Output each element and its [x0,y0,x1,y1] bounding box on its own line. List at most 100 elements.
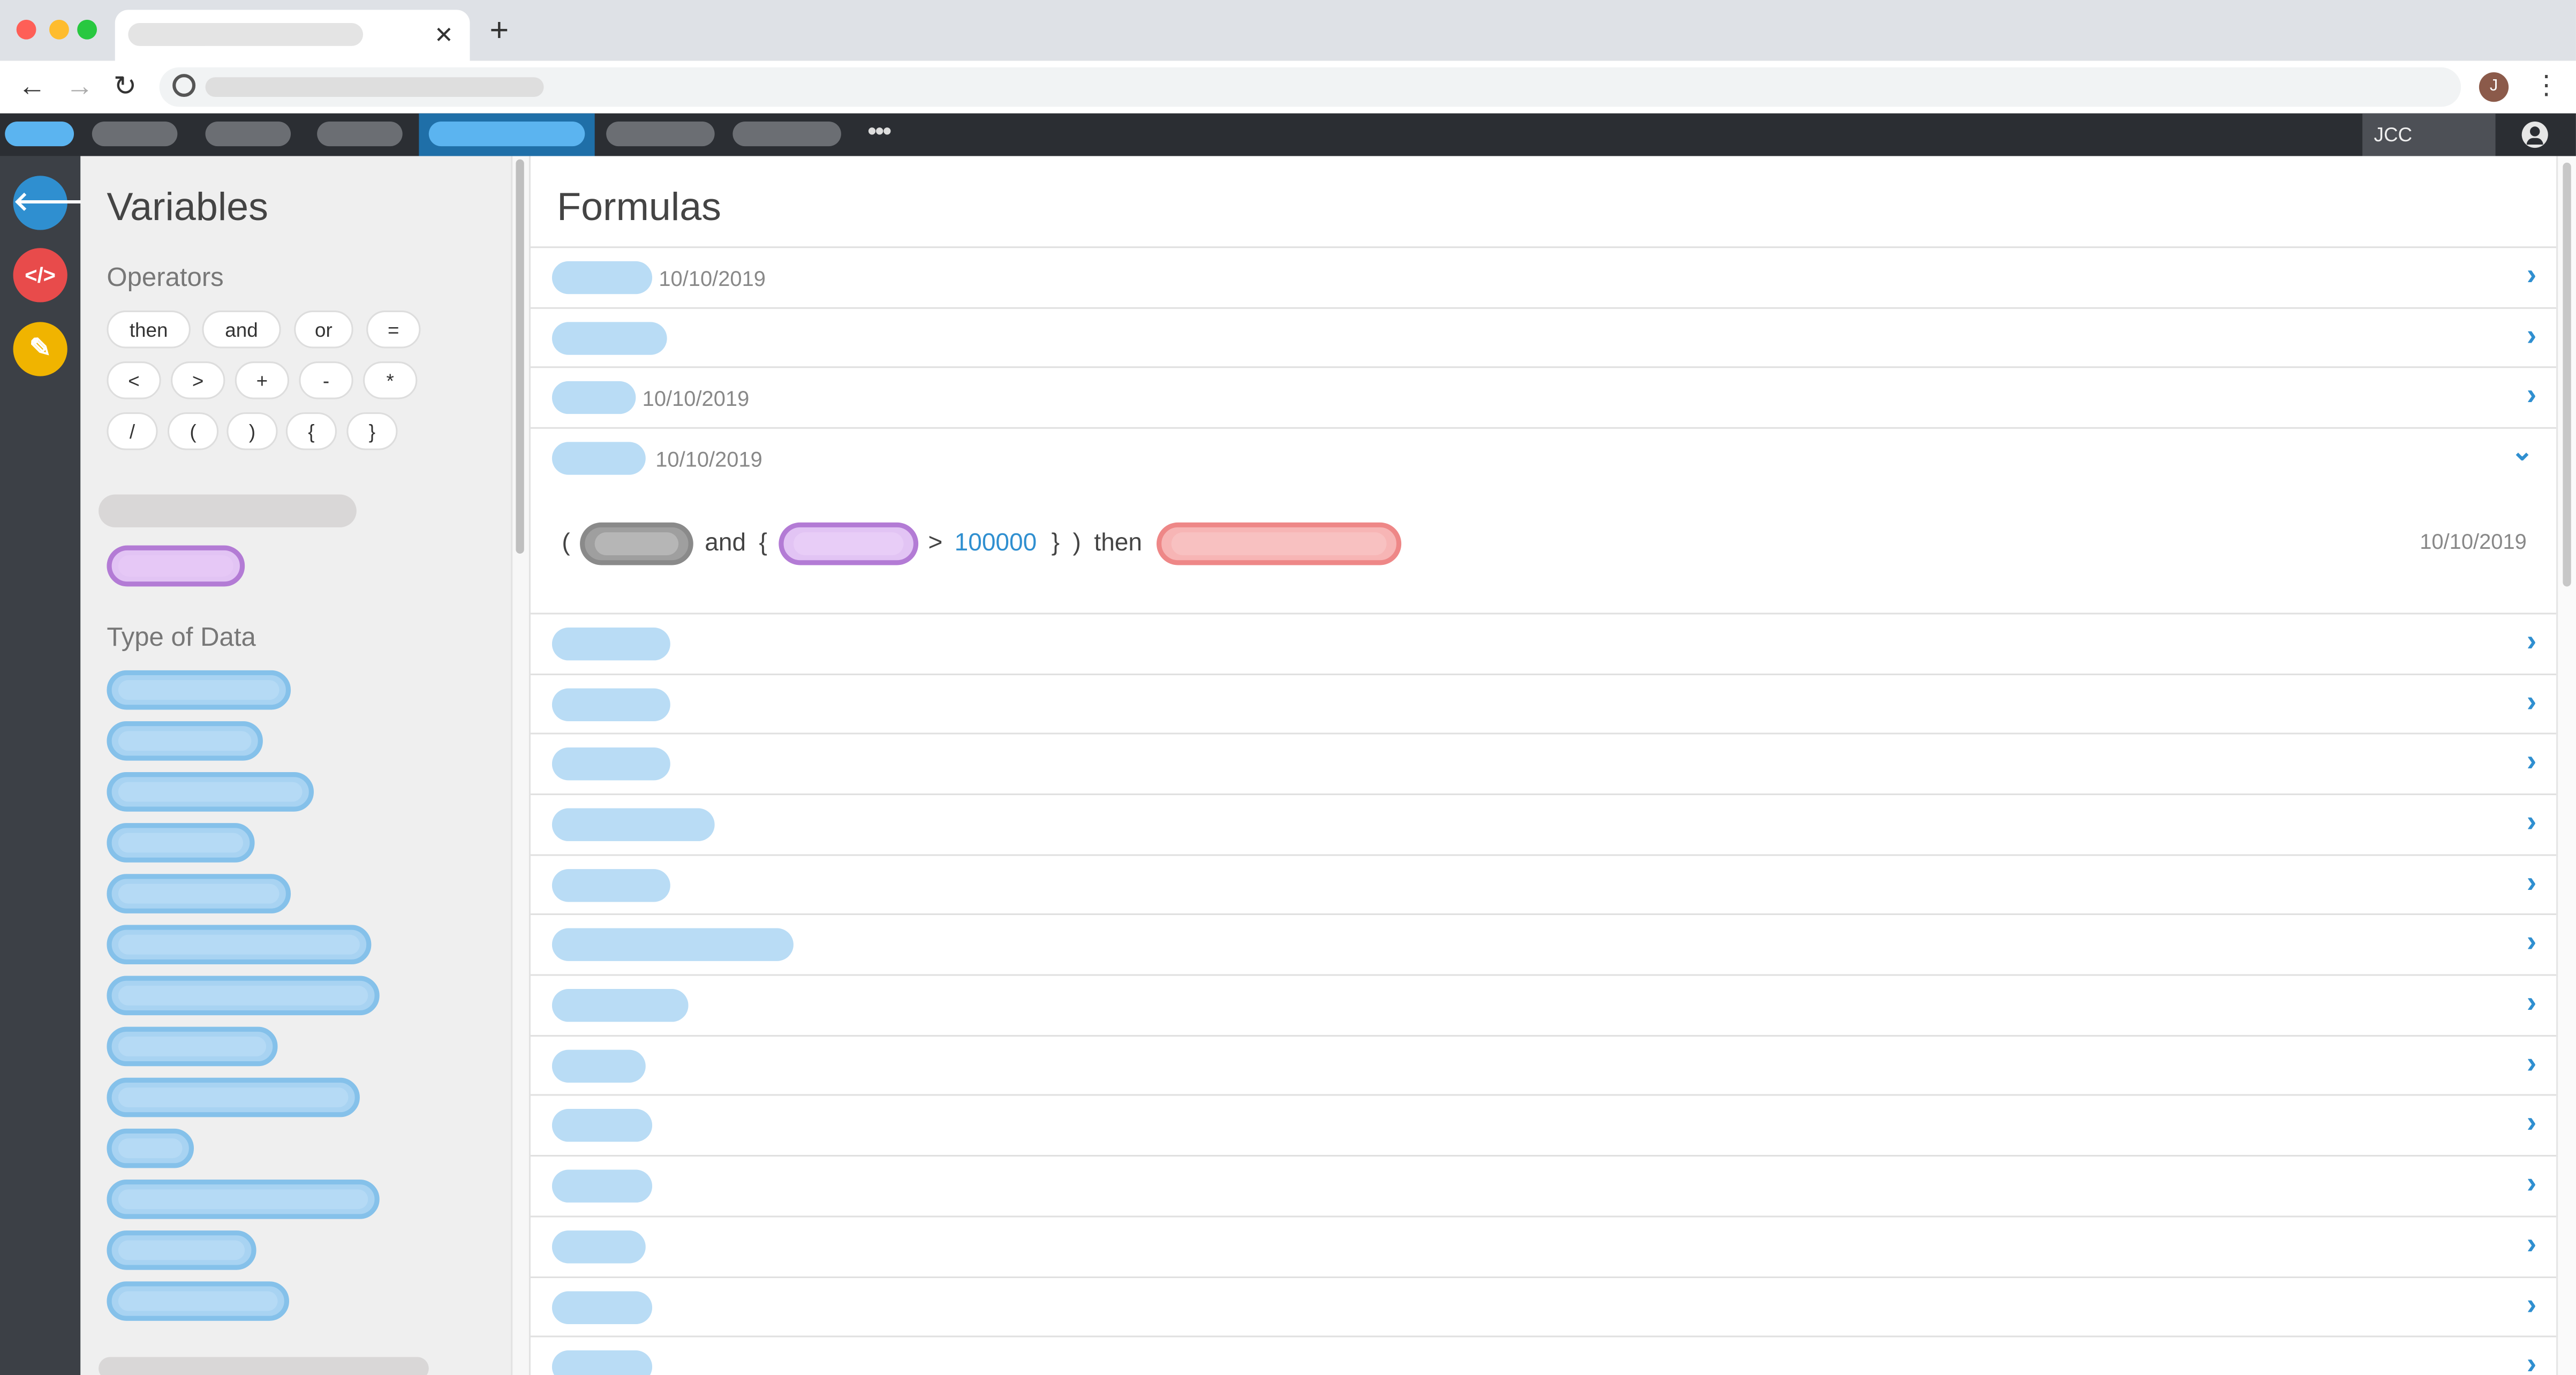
data-type-pill[interactable] [107,772,314,812]
back-button[interactable]: 🡐 [13,176,84,230]
formula-name-pill [552,808,715,841]
chevron-right-icon[interactable]: › [2527,866,2536,900]
formula-row[interactable]: › [531,1215,2557,1276]
browser-toolbar: ← → ↻ J ⋮ [0,61,2576,115]
formulas-scrollbar-thumb[interactable] [2563,162,2571,587]
chevron-right-icon[interactable]: › [2527,1347,2536,1375]
variables-scrollbar-thumb[interactable] [516,159,524,554]
chevron-right-icon[interactable]: › [2527,319,2536,353]
data-type-pill[interactable] [107,1026,278,1067]
user-name-field[interactable]: JCC [2362,113,2496,156]
nav-more-icon[interactable]: ••• [867,118,892,148]
profile-avatar[interactable]: J [2479,72,2509,102]
formulas-panel: Formulas 10/10/2019 › › 10/10/2019 › 10/… [531,156,2557,1375]
formula-row[interactable]: › [531,1094,2557,1155]
chevron-right-icon[interactable]: › [2527,986,2536,1020]
tab-close-icon[interactable]: ✕ [434,20,454,49]
operator-and[interactable]: and [202,310,281,349]
nav-item-home[interactable] [5,122,74,147]
operator-equals[interactable]: = [366,310,421,349]
nav-item-4[interactable] [317,122,403,147]
formula-row[interactable]: › [531,854,2557,915]
chevron-right-icon[interactable]: › [2527,805,2536,839]
operator-plus[interactable]: + [235,361,290,399]
operator-less-than[interactable]: < [107,361,161,399]
nav-item-active[interactable] [419,113,595,156]
data-type-pill[interactable] [107,1077,360,1117]
formula-row[interactable]: › [531,1154,2557,1216]
browser-tab[interactable]: ✕ [115,10,470,61]
formula-row[interactable]: › [531,732,2557,794]
formulas-scrollbar[interactable] [2556,156,2576,1375]
window-close-dot[interactable] [16,19,36,40]
formula-row[interactable]: › [531,1335,2557,1375]
account-icon[interactable] [2521,122,2548,148]
data-type-pill[interactable] [107,1179,380,1219]
chevron-right-icon[interactable]: › [2527,1288,2536,1322]
data-type-pill[interactable] [107,976,380,1016]
expr-number: 100000 [954,528,1037,557]
data-type-pill[interactable] [107,1230,256,1270]
formula-row-expanded[interactable]: 10/10/2019 ⌄ ( and { > 100000 } ) then 1… [531,427,2557,615]
operator-multiply[interactable]: * [363,361,418,399]
formula-name-pill [552,1169,653,1203]
operator-or[interactable]: or [294,310,353,349]
panel-splitter[interactable] [511,156,531,1375]
browser-menu-icon[interactable]: ⋮ [2533,71,2559,103]
expr-result-red[interactable] [1157,522,1402,565]
operator-minus[interactable]: - [299,361,353,399]
formula-row[interactable]: 10/10/2019 › [531,366,2557,427]
operator-open-paren[interactable]: ( [167,412,219,450]
expr-variable-gray[interactable] [580,522,693,565]
data-type-pill[interactable] [107,1281,290,1321]
chevron-right-icon[interactable]: › [2527,378,2536,412]
window-maximize-dot[interactable] [77,19,97,40]
formula-row[interactable]: › [531,1276,2557,1338]
address-bar[interactable] [159,67,2461,107]
chevron-down-icon[interactable]: ⌄ [2511,435,2533,468]
forward-arrow-icon[interactable]: → [66,71,94,103]
operator-divide[interactable]: / [107,412,158,450]
chevron-right-icon[interactable]: › [2527,744,2536,779]
edit-button[interactable]: ✎ [13,322,67,376]
chevron-right-icon[interactable]: › [2527,1046,2536,1081]
data-type-pill[interactable] [107,721,263,761]
formula-row[interactable]: › [531,1034,2557,1096]
operator-open-brace[interactable]: { [285,412,337,450]
reload-icon[interactable]: ↻ [114,71,137,103]
chevron-right-icon[interactable]: › [2527,1106,2536,1140]
data-type-pill[interactable] [107,670,291,710]
variable-pill-purple[interactable] [107,545,245,587]
chevron-right-icon[interactable]: › [2527,925,2536,959]
chevron-right-icon[interactable]: › [2527,1227,2536,1261]
nav-item-2[interactable] [92,122,178,147]
chevron-right-icon[interactable]: › [2527,258,2536,292]
site-info-icon[interactable] [172,74,196,97]
formula-row[interactable]: 10/10/2019 › [531,246,2557,307]
nav-item-3[interactable] [205,122,291,147]
back-arrow-icon[interactable]: ← [18,71,46,103]
operator-then[interactable]: then [107,310,191,349]
formula-row[interactable]: › [531,793,2557,855]
data-type-pill[interactable] [107,925,372,965]
formula-row[interactable]: › [531,613,2557,674]
chevron-right-icon[interactable]: › [2527,685,2536,719]
operator-greater-than[interactable]: > [171,361,225,399]
data-type-pill[interactable] [107,874,291,913]
code-button[interactable]: </> [13,248,67,303]
chevron-right-icon[interactable]: › [2527,1166,2536,1200]
formula-row[interactable]: › [531,673,2557,735]
chevron-right-icon[interactable]: › [2527,624,2536,659]
formula-row[interactable]: › [531,913,2557,974]
data-type-pill[interactable] [107,1128,194,1168]
nav-item-6[interactable] [606,122,715,147]
new-tab-button[interactable]: + [489,13,509,50]
data-type-pill[interactable] [107,823,255,863]
formula-row[interactable]: › [531,307,2557,368]
nav-item-7[interactable] [732,122,841,147]
window-minimize-dot[interactable] [49,19,69,40]
formula-row[interactable]: › [531,974,2557,1035]
operator-close-paren[interactable]: ) [226,412,278,450]
expr-variable-purple[interactable] [779,522,919,565]
operator-close-brace[interactable]: } [346,412,398,450]
